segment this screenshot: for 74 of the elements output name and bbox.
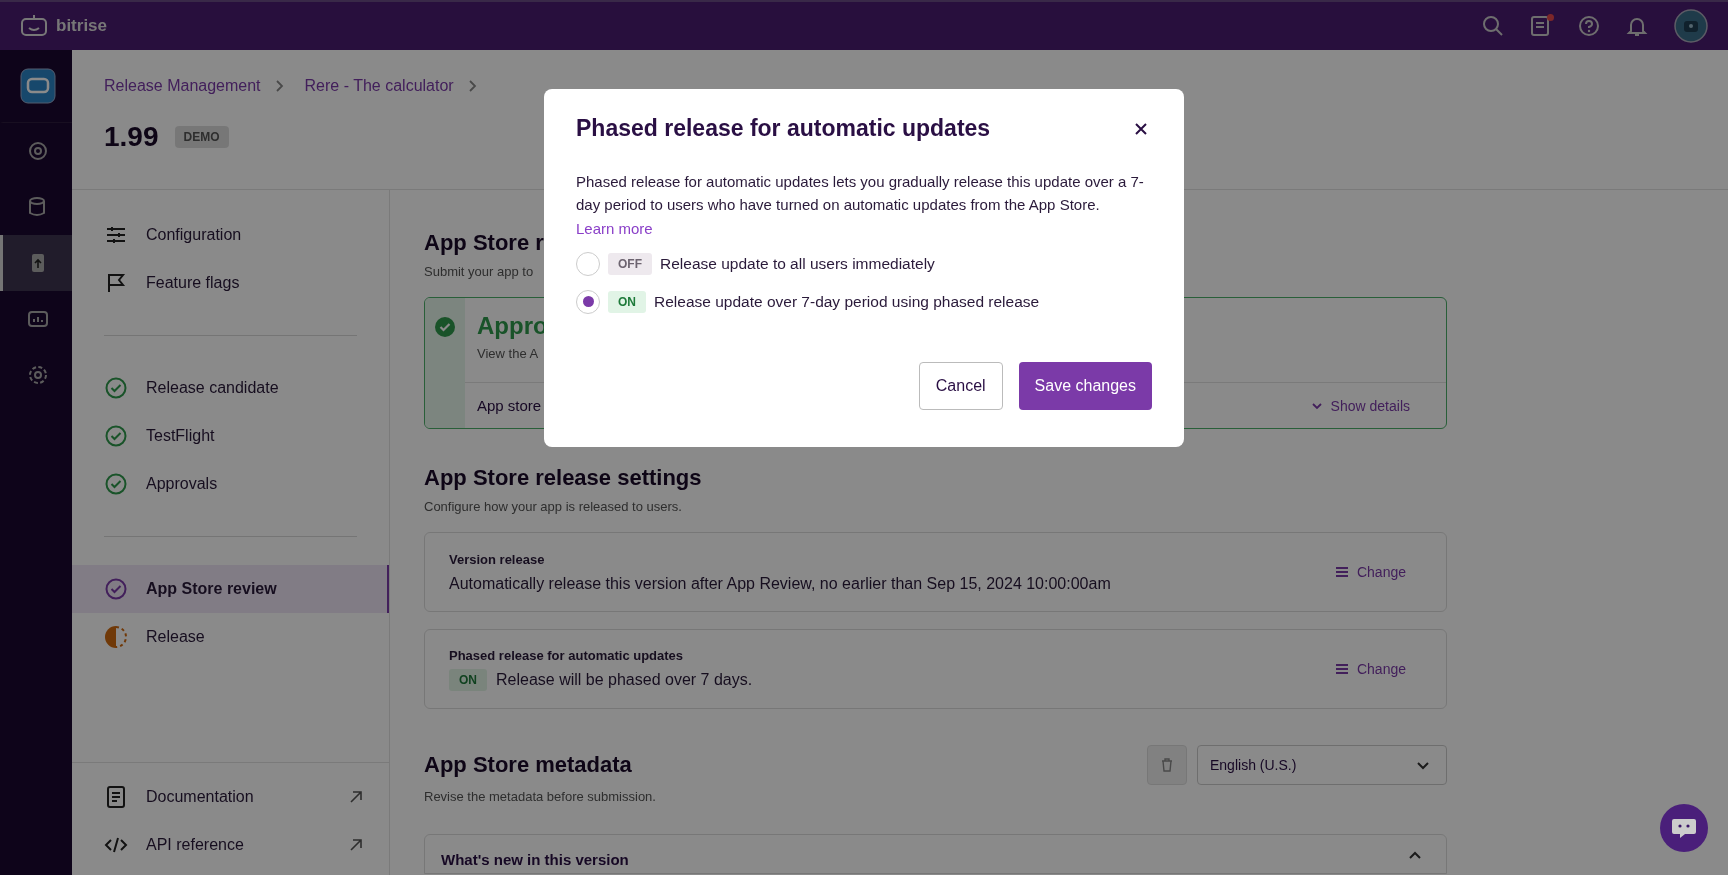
section-subtitle: Configure how your app is released to users. — [424, 499, 682, 514]
chat-icon — [1671, 817, 1697, 839]
help-icon[interactable] — [1578, 15, 1600, 37]
learn-more-link[interactable]: Learn more — [576, 219, 653, 237]
search-icon[interactable] — [1482, 15, 1504, 37]
section-title: App Store release settings — [424, 465, 702, 491]
check-circle-icon — [104, 377, 128, 399]
section-subtitle: Submit your app to — [424, 264, 534, 279]
sidebar-item[interactable]: Release candidate — [72, 364, 389, 412]
breadcrumb-link[interactable]: Release Management — [104, 77, 261, 95]
status-text: View the A — [477, 346, 540, 361]
target-icon — [26, 140, 49, 162]
dashboard-icon — [26, 308, 49, 330]
chevron-right-icon — [274, 79, 285, 93]
page-title: 1.99 — [104, 121, 159, 153]
code-icon — [104, 837, 128, 853]
status-badge: OFF — [608, 252, 652, 275]
sidebar-item[interactable]: TestFlight — [72, 412, 389, 460]
option-label: Release update to all users immediately — [660, 254, 935, 273]
option-label: Release update over 7-day period using phased release — [654, 292, 1040, 311]
chevron-down-icon — [1310, 401, 1323, 410]
setting-label: Version release — [449, 551, 546, 567]
logo-text: bitrise — [56, 16, 108, 36]
status-badge: ON — [449, 668, 487, 691]
sidebar-item[interactable]: App Store review — [72, 565, 389, 613]
list-icon — [1334, 663, 1349, 675]
accordion-header[interactable]: What's new in this version — [424, 834, 1447, 874]
chevron-right-icon — [467, 79, 478, 93]
avatar-icon[interactable] — [1674, 9, 1708, 43]
sidebar-link[interactable]: API reference — [72, 821, 389, 869]
sliders-icon — [104, 226, 128, 244]
robot-logo-icon — [20, 15, 48, 37]
section-title: App Store metadata — [424, 752, 632, 778]
dialog-title: Phased release for automatic updates — [576, 115, 991, 142]
section-subtitle: Revise the metadata before submission. — [424, 789, 656, 804]
document-icon — [104, 786, 128, 808]
dialog-text: Phased release for automatic updates lets you gradually release this update over a 7-day period to users who have turned on automatic updates from the App Store. Learn more — [576, 172, 1145, 239]
demo-badge: DEMO — [174, 126, 229, 148]
sidebar-link[interactable]: Documentation — [72, 773, 389, 821]
change-link[interactable]: Change — [1334, 661, 1406, 677]
half-circle-icon — [104, 625, 128, 649]
sidebar-item[interactable]: Feature flags — [72, 259, 389, 307]
check-circle-icon — [104, 425, 128, 447]
sidebar-item[interactable]: Approvals — [72, 460, 389, 508]
app-avatar-icon — [19, 68, 56, 104]
status-title: Appro — [477, 312, 549, 340]
external-arrow-icon — [349, 838, 363, 852]
external-arrow-icon — [349, 790, 363, 804]
check-circle-icon — [104, 578, 128, 600]
setting-value: Release will be phased over 7 days. — [496, 670, 753, 689]
trash-icon — [1161, 758, 1173, 772]
sidebar-item[interactable]: Release — [72, 613, 389, 661]
setting-value: Automatically release this version after App Review, no earlier than Sep 15, 2024 10:00:00am — [449, 574, 1111, 593]
settings-icon — [26, 364, 49, 386]
report-icon[interactable] — [1530, 15, 1552, 37]
row-label: App store — [477, 397, 542, 414]
chat-button[interactable] — [1660, 804, 1708, 852]
list-icon — [1334, 566, 1349, 578]
chevron-down-icon — [1416, 760, 1430, 770]
close-icon — [1134, 121, 1148, 136]
show-details-link[interactable]: Show details — [1310, 397, 1410, 414]
breadcrumb-link[interactable]: Rere - The calculator — [304, 77, 454, 95]
check-circle-icon — [104, 473, 128, 495]
bell-icon[interactable] — [1626, 15, 1648, 37]
section-title: App Store r — [424, 230, 544, 256]
change-link[interactable]: Change — [1334, 564, 1406, 580]
language-select[interactable]: English (U.S.) — [1197, 745, 1447, 785]
cancel-button[interactable]: Cancel — [918, 361, 1003, 410]
check-circle-icon — [434, 316, 456, 338]
save-button[interactable]: Save changes — [1018, 361, 1152, 410]
delete-button[interactable] — [1147, 745, 1187, 785]
sidebar-item[interactable]: Configuration — [72, 211, 389, 259]
status-badge: ON — [608, 290, 646, 313]
setting-label: Phased release for automatic updates — [449, 647, 685, 663]
